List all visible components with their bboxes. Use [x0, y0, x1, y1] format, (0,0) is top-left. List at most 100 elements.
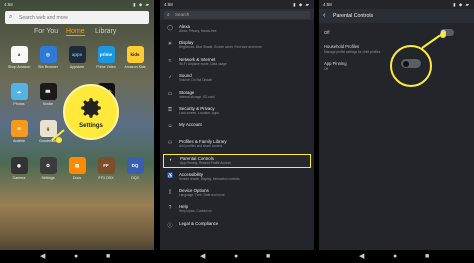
parental-icon: ◐: [169, 157, 173, 164]
app-pinning-status: Off: [324, 67, 329, 71]
accessibility-icon: ♿: [167, 172, 174, 179]
screenshot-stage: 4:58 ▮ ◆ ▰ ⌕ Search web and more For You…: [0, 0, 474, 263]
app-label: Camera: [12, 176, 26, 180]
photos-icon: ☁: [10, 83, 28, 100]
settings-item-subtitle: Help topics, Contact us: [179, 209, 212, 214]
search-icon: ⌕: [9, 14, 13, 20]
settings-item-display[interactable]: ☀ Display Brightness, Blue Shade, Screen s…: [163, 39, 311, 51]
settings-item-subtitle: Screen reader, Display, Interaction cont…: [179, 176, 240, 181]
settings-search-placeholder: Search: [175, 12, 190, 17]
tab-home[interactable]: Home: [66, 28, 85, 36]
app-audible[interactable]: ≋ Audible: [8, 120, 30, 143]
settings-panel: 4:58 ▮ ◆ ▰ ⌕ Search ◯ Alexa Alexa, Privacy…: [160, 0, 314, 263]
kids-icon: kids: [126, 46, 144, 63]
settings-item-subtitle: Alexa, Privacy, Hands-free: [179, 29, 217, 33]
app-pinning-title: App Pinning: [324, 61, 347, 66]
app-prime[interactable]: prime Prime Video: [95, 46, 117, 69]
settings-item-subtitle: Wi-Fi, Airplane mode, Data usage: [179, 61, 227, 66]
settings-callout-label: Settings: [79, 123, 103, 129]
home-icon[interactable]: ●: [234, 253, 238, 260]
settings-callout[interactable]: Settings: [63, 84, 119, 140]
settings-item-security-privacy[interactable]: ⚿ Security & Privacy Lock screen, Location…: [163, 105, 311, 117]
app-photos[interactable]: ☁ Photos: [8, 83, 30, 106]
settings-item-alexa[interactable]: ◯ Alexa Alexa, Privacy, Hands-free: [163, 23, 311, 35]
recent-apps-icon[interactable]: ■: [266, 253, 270, 260]
tab-library[interactable]: Library: [95, 28, 116, 35]
kindle-icon: 📖: [39, 83, 57, 100]
app-pinning-toggle[interactable]: [400, 58, 422, 69]
app-silk[interactable]: ◎ Silk Browser: [37, 46, 59, 69]
status-icons: ▮ ◆ ▰: [453, 2, 470, 7]
settings-item-profiles-family-library[interactable]: ⚇ Profiles & Family Library Add profiles a…: [163, 138, 311, 150]
settings-item-subtitle: App Pinning, Restrict Profile Access: [180, 161, 231, 166]
camera-icon: ◉: [10, 157, 28, 174]
status-time: 4:58: [323, 2, 332, 7]
settings-item-storage[interactable]: ▭ Storage Internal storage, SD card: [163, 89, 311, 101]
settings-gear-icon: [81, 98, 101, 118]
back-icon[interactable]: ◀: [359, 253, 364, 260]
storage-icon: ▭: [167, 90, 173, 97]
silk-icon: ◎: [39, 46, 57, 63]
app-camera[interactable]: ◉ Camera: [8, 157, 30, 180]
search-placeholder: Search web and more: [19, 15, 68, 21]
docs-icon: ▤: [68, 157, 86, 174]
dq3-icon: DQ: [126, 157, 144, 174]
household-profiles-title: Household Profiles: [324, 44, 360, 49]
app-dq3[interactable]: DQ DQ3: [124, 157, 146, 180]
settings-item-device-options[interactable]: ▯ Device Options Language, Time, Date and …: [163, 187, 311, 199]
settings-item-sound[interactable]: ♪ Sound Volume, Do Not Disturb: [163, 72, 311, 84]
settings-item-legal-compliance[interactable]: ⓘ Legal & Compliance: [163, 220, 311, 232]
back-arrow-icon[interactable]: ‹: [323, 12, 325, 19]
navigation-bar: ◀ ● ■: [160, 250, 314, 263]
recent-apps-icon[interactable]: ■: [425, 253, 429, 260]
settings-item-title: Legal & Compliance: [179, 220, 219, 226]
display-icon: ☀: [167, 41, 173, 48]
app-settings[interactable]: ⚙ Settings: [37, 157, 59, 180]
app-label: Docs: [72, 176, 82, 180]
navigation-bar: ◀ ● ■: [319, 250, 474, 263]
ff3-icon: FF: [97, 157, 115, 174]
settings-item-accessibility[interactable]: ♿ Accessibility Screen reader, Display, In…: [163, 171, 311, 183]
master-toggle-label: Off: [324, 30, 330, 35]
help-icon: ?: [168, 205, 172, 212]
settings-item-subtitle: Lock screen, Location, Apps: [179, 111, 219, 115]
app-amazon[interactable]: a Shop Amazon: [8, 46, 30, 69]
master-toggle-row[interactable]: Off: [319, 27, 474, 39]
callout-dot: [440, 32, 446, 38]
settings-item-network-internet[interactable]: ≈ Network & Internet Wi-Fi, Airplane mode,…: [163, 56, 311, 68]
recent-apps-icon[interactable]: ■: [106, 253, 110, 260]
settings-search-input[interactable]: ⌕ Search: [164, 11, 310, 19]
settings-item-my-account[interactable]: ☺ My Account: [163, 121, 311, 133]
app-label: Photos: [13, 102, 25, 106]
back-icon[interactable]: ◀: [200, 253, 205, 260]
tab-for-you[interactable]: For You: [34, 28, 58, 35]
home-icon[interactable]: ●: [74, 253, 78, 260]
device-icon: ▯: [168, 189, 172, 195]
settings-item-subtitle: Language, Time, Date and more: [179, 193, 225, 197]
settings-item-help[interactable]: ? Help Help topics, Contact us: [163, 203, 311, 215]
app-kids[interactable]: kids Amazon Kids: [124, 46, 146, 69]
app-label: Silk Browser: [38, 65, 58, 69]
web-search-bar[interactable]: ⌕ Search web and more: [5, 11, 149, 24]
status-bar: 4:58 ▮ ◆ ▰: [319, 0, 474, 9]
home-icon[interactable]: ●: [393, 253, 397, 260]
app-appstore[interactable]: apps Appstore: [66, 46, 88, 69]
status-icons: ▮ ◆ ▰: [293, 2, 310, 7]
status-bar: 4:58 ▮ ◆ ▰: [160, 0, 314, 9]
sound-icon: ♪: [168, 74, 172, 81]
settings-item-title: My Account: [179, 122, 202, 128]
back-icon[interactable]: ◀: [40, 253, 45, 260]
settings-item-subtitle: Add profiles and share content: [179, 143, 223, 148]
navigation-bar: ◀ ● ■: [0, 250, 154, 263]
goodreads-icon: g: [39, 120, 57, 137]
home-screen-panel: 4:58 ▮ ◆ ▰ ⌕ Search web and more For You…: [0, 0, 154, 263]
app-label: DQ3: [131, 176, 139, 180]
parental-controls-header: ‹ Parental Controls: [319, 9, 474, 23]
app-ff3[interactable]: FF FF3 OSX: [95, 157, 117, 180]
settings-item-subtitle: Brightness, Blue Shade, Screen saver, Fo…: [179, 45, 262, 50]
settings-item-parental-controls[interactable]: ◐ Parental Controls App Pinning, Restrict …: [163, 154, 311, 169]
app-label: Settings: [41, 176, 55, 180]
app-docs[interactable]: ▤ Docs: [66, 157, 88, 180]
app-label: Kindle: [43, 102, 53, 106]
app-kindle[interactable]: 📖 Kindle: [37, 83, 59, 106]
